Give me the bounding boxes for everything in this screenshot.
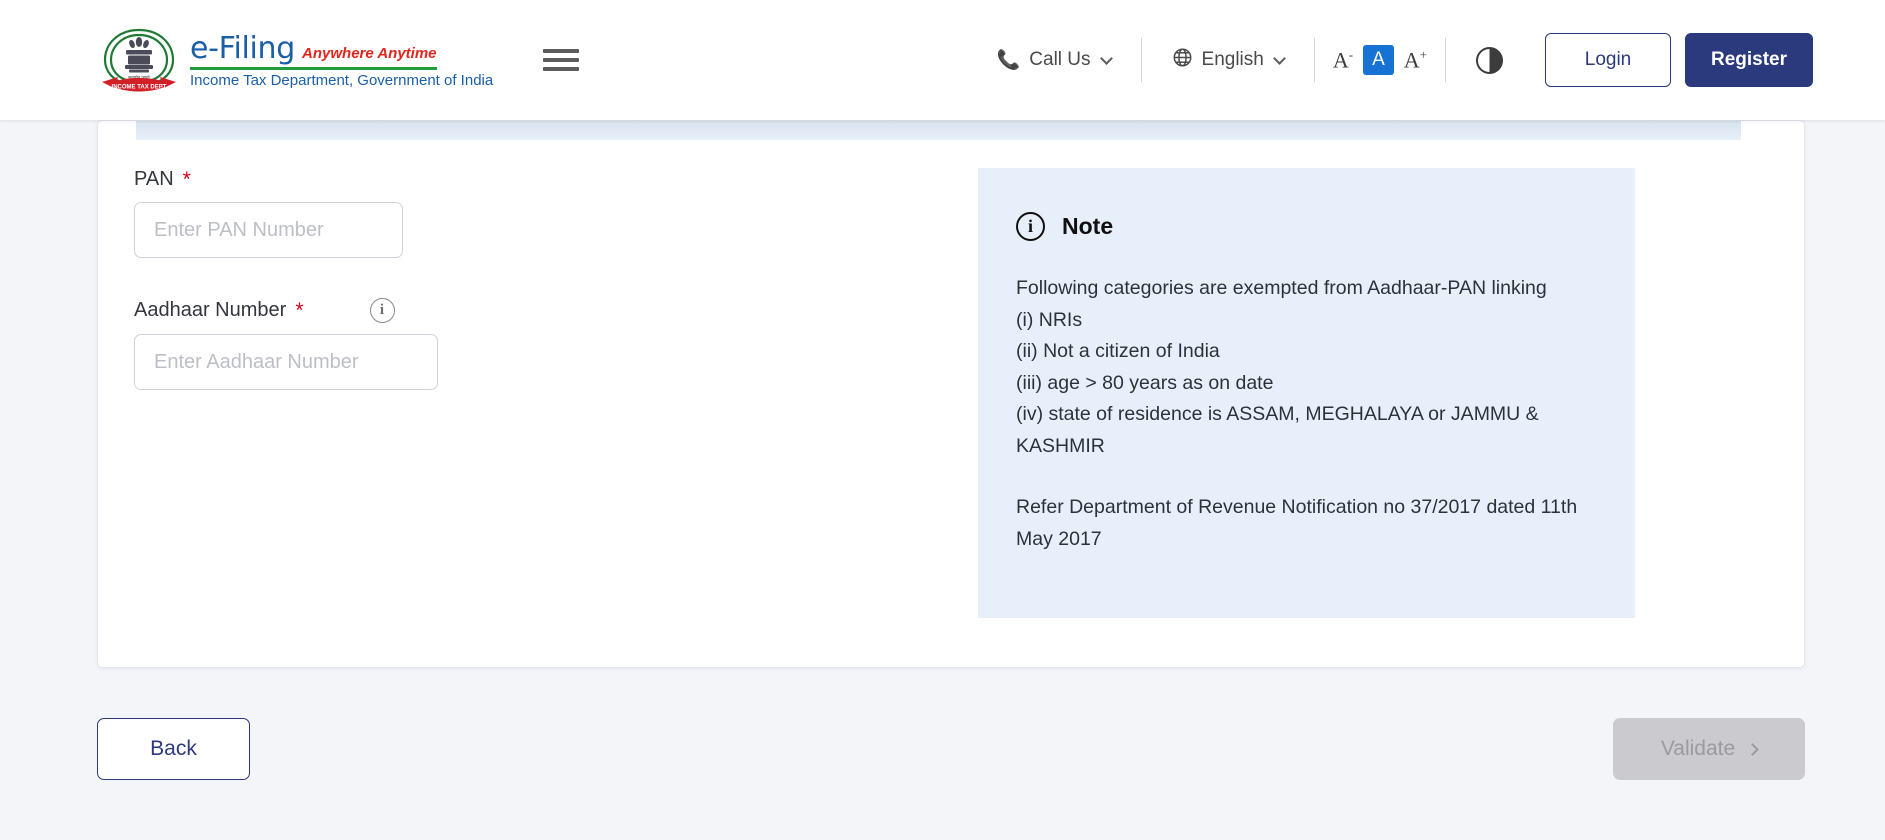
- call-us-dropdown[interactable]: 📞 Call Us: [975, 48, 1133, 72]
- note-title: Note: [1062, 213, 1114, 239]
- divider: [1313, 38, 1315, 82]
- language-selector[interactable]: English: [1150, 47, 1306, 74]
- card-top-banner: [136, 121, 1741, 140]
- brand-department: Income Tax Department, Government of Ind…: [190, 72, 494, 89]
- call-us-label: Call Us: [1029, 49, 1091, 70]
- info-circle-icon: i: [1016, 212, 1045, 241]
- phone-icon: 📞: [996, 50, 1021, 71]
- pan-label-text: PAN: [134, 168, 174, 190]
- divider: [1140, 38, 1142, 82]
- note-paragraph-reference: Refer Department of Revenue Notification…: [1016, 496, 1578, 550]
- aadhaar-label: Aadhaar Number * i: [134, 298, 814, 323]
- contrast-toggle-icon: [1476, 46, 1503, 74]
- link-aadhaar-card: PAN * Aadhaar Number * i i Note Followin…: [97, 120, 1805, 668]
- form-column: PAN * Aadhaar Number * i: [134, 168, 814, 390]
- pan-input[interactable]: [134, 202, 403, 258]
- note-paragraph-exemptions: Following categories are exempted from A…: [1016, 277, 1547, 457]
- aadhaar-label-text: Aadhaar Number: [134, 299, 287, 321]
- required-asterisk: *: [295, 299, 304, 322]
- svg-text:INCOME TAX DEPT: INCOME TAX DEPT: [112, 85, 167, 91]
- validate-label: Validate: [1660, 737, 1736, 760]
- login-button[interactable]: Login: [1545, 33, 1671, 87]
- note-body: Following categories are exempted from A…: [1016, 273, 1589, 555]
- language-label: English: [1201, 49, 1264, 70]
- required-asterisk: *: [182, 168, 191, 191]
- chevron-down-icon: [1099, 51, 1113, 65]
- divider: [1445, 38, 1446, 82]
- header-utility-bar: 📞 Call Us English A- A A+ Login Register: [975, 0, 1885, 120]
- brand-logo[interactable]: सत्यमेव जयते INCOME TAX DEPT e-Filing An…: [96, 22, 493, 98]
- globe-icon: [1172, 47, 1193, 74]
- hamburger-menu-icon[interactable]: [543, 44, 580, 76]
- validate-button[interactable]: Validate: [1613, 718, 1805, 780]
- aadhaar-input[interactable]: [134, 334, 438, 390]
- note-panel: i Note Following categories are exempted…: [978, 168, 1635, 618]
- brand-text-block: e-Filing Anywhere Anytime Income Tax Dep…: [190, 31, 493, 89]
- brand-divider: [190, 67, 437, 70]
- font-size-decrease-button[interactable]: A-: [1323, 44, 1363, 76]
- font-size-increase-button[interactable]: A+: [1394, 44, 1437, 76]
- back-button[interactable]: Back: [97, 718, 250, 780]
- font-size-normal-button[interactable]: A: [1363, 45, 1394, 75]
- chevron-down-icon: [1272, 51, 1286, 65]
- info-circle-icon[interactable]: i: [369, 298, 395, 323]
- register-button[interactable]: Register: [1685, 33, 1813, 87]
- contrast-toggle-button[interactable]: [1454, 46, 1525, 74]
- chevron-right-icon: [1746, 742, 1760, 756]
- site-header: सत्यमेव जयते INCOME TAX DEPT e-Filing An…: [0, 0, 1885, 120]
- brand-title: e-Filing: [190, 31, 296, 66]
- note-header: i Note: [1016, 212, 1589, 241]
- brand-tagline: Anywhere Anytime: [302, 45, 437, 62]
- pan-label: PAN *: [134, 168, 814, 191]
- national-emblem-icon: सत्यमेव जयते INCOME TAX DEPT: [96, 22, 182, 98]
